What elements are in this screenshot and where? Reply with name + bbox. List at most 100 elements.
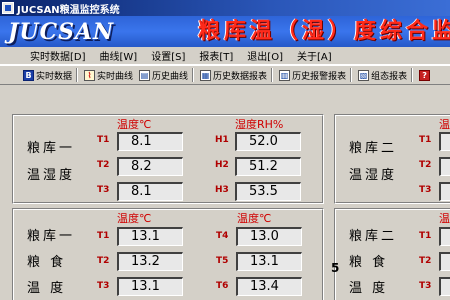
realtime-curve-icon: ⌇ — [84, 69, 96, 81]
temp-header: 温度℃ — [117, 118, 152, 131]
app-window: JUCSAN粮温监控系统 JUCSAN 粮库温（湿）度综合监测系 实时数据[D]… — [0, 0, 450, 300]
temp-header: 温 — [439, 212, 450, 225]
panel-depot2-temp-humidity: 温 粮库二 温湿度 T1 T2 T3 — [334, 114, 450, 204]
sensor-label: T1 — [419, 135, 432, 145]
sensor-label: T6 — [216, 281, 229, 291]
sensor-label: T1 — [97, 135, 110, 145]
sensor-label: T3 — [419, 281, 432, 291]
toolbar-separator — [192, 68, 195, 82]
toolbar-history-data-report-button[interactable]: ▦ 历史数据报表 — [200, 67, 274, 83]
temp-header: 温 — [439, 118, 450, 131]
temp-value: 13.1 — [117, 227, 183, 246]
measure-type: 温湿度 — [349, 168, 398, 183]
toolbar-separator — [411, 68, 414, 82]
toolbar-label: 组态报表 — [371, 71, 408, 82]
sensor-label: T2 — [419, 256, 432, 266]
temp-header: 温度℃ — [237, 212, 272, 225]
temp-value — [439, 182, 450, 201]
menu-reports[interactable]: 报表[T] — [199, 48, 233, 63]
content-area: 温度℃ 湿度RH% 粮库一 温湿度 T1 8.1 H1 52.0 T2 8.2 … — [0, 85, 450, 300]
history-data-report-icon: ▦ — [200, 69, 212, 81]
menu-realtime[interactable]: 实时数据[D] — [30, 48, 86, 63]
toolbar-realtime-curve-button[interactable]: ⌇ 实时曲线 — [84, 67, 133, 83]
toolbar-history-curve-button[interactable]: ▤ 历史曲线 — [139, 67, 195, 83]
measure-type: 粮 食 — [27, 255, 67, 270]
help-icon: ? — [419, 69, 431, 81]
temp-value: 13.0 — [236, 227, 302, 246]
temp-header: 温度℃ — [117, 212, 152, 225]
depot-name: 粮库一 — [27, 229, 76, 244]
menu-curve[interactable]: 曲线[W] — [100, 48, 138, 63]
humidity-value: 53.5 — [235, 182, 301, 201]
menu-exit[interactable]: 退出[O] — [247, 48, 283, 63]
temp-value — [439, 277, 450, 296]
panel-frame — [335, 115, 450, 203]
toolbar-config-report-button[interactable]: ▧ 组态报表 — [358, 67, 414, 83]
header-banner: JUCSAN 粮库温（湿）度综合监测系 — [0, 16, 450, 47]
temp-value — [439, 157, 450, 176]
temp-value: 8.1 — [117, 132, 183, 151]
measure-type: 温 度 — [27, 281, 67, 296]
sensor-label: T3 — [97, 185, 110, 195]
toolbar-separator — [271, 68, 274, 82]
temp-value — [439, 252, 450, 271]
depot-name: 粮库二 — [349, 229, 398, 244]
depot-name: 粮库一 — [27, 141, 76, 156]
realtime-data-icon: B — [23, 69, 34, 81]
sensor-label: T4 — [216, 231, 229, 241]
temp-value: 8.2 — [117, 157, 183, 176]
window-title: JUCSAN粮温监控系统 — [17, 4, 120, 16]
measure-type: 粮 食 — [349, 255, 389, 270]
depot-name: 粮库二 — [349, 141, 398, 156]
humidity-value: 52.0 — [235, 132, 301, 151]
sensor-label: T2 — [419, 160, 432, 170]
toolbar-separator — [76, 68, 79, 82]
sensor-label: H2 — [215, 160, 229, 170]
temp-value: 13.1 — [236, 252, 302, 271]
app-icon — [2, 2, 14, 14]
sensor-label: T2 — [97, 256, 110, 266]
toolbar-label: 实时曲线 — [97, 71, 134, 82]
humidity-value: 51.2 — [235, 157, 301, 176]
toolbar-separator — [350, 68, 353, 82]
toolbar-label: 历史数据报表 — [213, 71, 268, 82]
logo-text: JUCSAN — [8, 19, 115, 45]
panel-depot1-temp-humidity: 温度℃ 湿度RH% 粮库一 温湿度 T1 8.1 H1 52.0 T2 8.2 … — [12, 114, 324, 204]
config-report-icon: ▧ — [358, 69, 370, 81]
toolbar-label: 历史报警报表 — [292, 71, 347, 82]
measure-type: 温 度 — [349, 281, 389, 296]
history-alarm-report-icon: ▥ — [279, 69, 291, 81]
panel-depot1-grain-temperature: 温度℃ 温度℃ 粮库一 粮 食 温 度 T1 13.1 T4 13.0 T2 1… — [12, 208, 324, 300]
stray-digit: 5 — [331, 261, 340, 275]
toolbar-help-button[interactable]: ? — [419, 67, 432, 83]
menu-about[interactable]: 关于[A] — [297, 48, 332, 63]
toolbar: B 实时数据 ⌇ 实时曲线 ▤ 历史曲线 ▦ 历史数据报表 ▥ 历史报警报表 ▧… — [0, 65, 450, 85]
sensor-label: T2 — [97, 160, 110, 170]
menu-bar: 实时数据[D] 曲线[W] 设置[S] 报表[T] 退出[O] 关于[A] — [0, 47, 450, 65]
sensor-label: T3 — [97, 281, 110, 291]
temp-value: 13.2 — [117, 252, 183, 271]
history-curve-icon: ▤ — [139, 69, 151, 81]
temp-value — [439, 132, 450, 151]
menu-settings[interactable]: 设置[S] — [151, 48, 185, 63]
title-bar: JUCSAN粮温监控系统 — [0, 0, 450, 16]
temp-value: 8.1 — [117, 182, 183, 201]
sensor-label: T5 — [216, 256, 229, 266]
temp-value: 13.4 — [236, 277, 302, 296]
toolbar-label: 实时数据 — [36, 71, 73, 82]
toolbar-realtime-data-button[interactable]: B 实时数据 — [23, 67, 79, 83]
humidity-header: 湿度RH% — [235, 118, 284, 131]
sensor-label: T3 — [419, 185, 432, 195]
sensor-label: H3 — [215, 185, 229, 195]
banner-title: 粮库温（湿）度综合监测系 — [198, 19, 450, 44]
toolbar-history-alarm-report-button[interactable]: ▥ 历史报警报表 — [279, 67, 353, 83]
measure-type: 温湿度 — [27, 168, 76, 183]
sensor-label: T1 — [97, 231, 110, 241]
temp-value — [439, 227, 450, 246]
logo: JUCSAN — [5, 19, 125, 45]
sensor-label: H1 — [215, 135, 229, 145]
toolbar-label: 历史曲线 — [152, 71, 189, 82]
sensor-label: T1 — [419, 231, 432, 241]
temp-value: 13.1 — [117, 277, 183, 296]
panel-depot2-grain-temperature: 温 粮库二 粮 食 温 度 T1 T2 T3 — [334, 208, 450, 300]
